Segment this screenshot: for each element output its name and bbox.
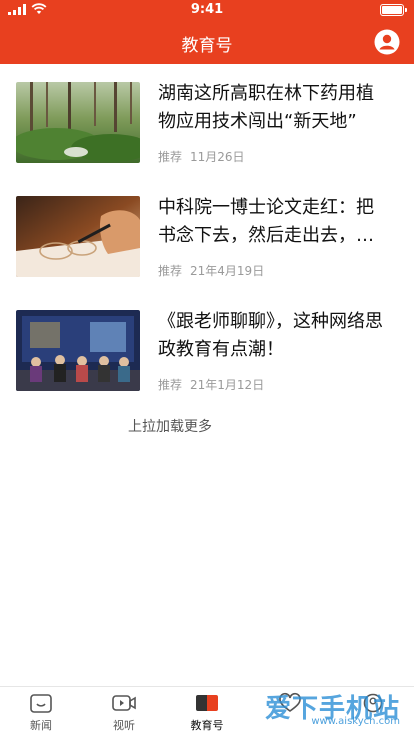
article-thumbnail-writing <box>16 196 140 277</box>
user-icon <box>374 29 400 55</box>
article-meta: 推荐 21年1月12日 <box>158 376 264 393</box>
watermark-url: www.aiskycn.com <box>311 716 400 727</box>
tab-video[interactable]: 视听 <box>94 692 154 733</box>
education-icon <box>196 695 218 711</box>
tab-label: 新闻 <box>30 719 52 732</box>
article-date: 11月26日 <box>190 150 245 164</box>
load-more-hint: 上拉加载更多 <box>0 416 414 436</box>
tab-label: 教育号 <box>190 719 224 732</box>
article-tag: 推荐 <box>158 264 183 278</box>
article-meta: 推荐 21年4月19日 <box>158 262 264 279</box>
article-item[interactable]: 湖南这所高职在林下药用植物应用技术闯出“新天地” 推荐 11月26日 <box>0 64 414 164</box>
tab-news[interactable]: 新闻 <box>11 692 71 733</box>
article-title[interactable]: 《跟老师聊聊》，这种网络思政教育有点潮！ <box>158 308 390 364</box>
page-title: 教育号 <box>181 36 233 56</box>
status-bar: 9:41 <box>0 0 414 20</box>
app-screen: 9:41 教育号 湖南这所高职在林下药用植物应用技术闯出“新天地” 推荐 11月… <box>0 0 414 736</box>
article-thumbnail-studio <box>16 310 140 391</box>
article-item[interactable]: 中科院一博士论文走红：把书念下去，然后走出去，… 推荐 21年4月19日 <box>0 178 414 278</box>
status-time: 9:41 <box>190 2 224 17</box>
article-thumbnail-forest <box>16 82 140 163</box>
battery-icon <box>380 4 407 16</box>
article-date: 21年1月12日 <box>190 378 265 392</box>
video-icon <box>112 695 136 711</box>
article-date: 21年4月19日 <box>190 264 265 278</box>
article-item[interactable]: 《跟老师聊聊》，这种网络思政教育有点潮！ 推荐 21年1月12日 <box>0 292 414 392</box>
tab-bar: 新闻 视听 教育号 爱下手机站 www.aiskycn.com <box>0 686 414 736</box>
news-icon <box>30 694 52 713</box>
header: 9:41 教育号 <box>0 0 414 64</box>
load-more-text: 上拉加载更多 <box>128 419 212 435</box>
article-tag: 推荐 <box>158 378 183 392</box>
article-meta: 推荐 11月26日 <box>158 148 245 165</box>
article-title[interactable]: 湖南这所高职在林下药用植物应用技术闯出“新天地” <box>158 80 390 136</box>
article-title[interactable]: 中科院一博士论文走红：把书念下去，然后走出去，… <box>158 194 390 250</box>
tab-label: 视听 <box>113 719 135 732</box>
tab-education[interactable]: 教育号 <box>177 692 237 733</box>
article-tag: 推荐 <box>158 150 183 164</box>
user-profile-button[interactable] <box>374 29 400 55</box>
watermark: 爱下手机站 www.aiskycn.com <box>246 690 406 730</box>
